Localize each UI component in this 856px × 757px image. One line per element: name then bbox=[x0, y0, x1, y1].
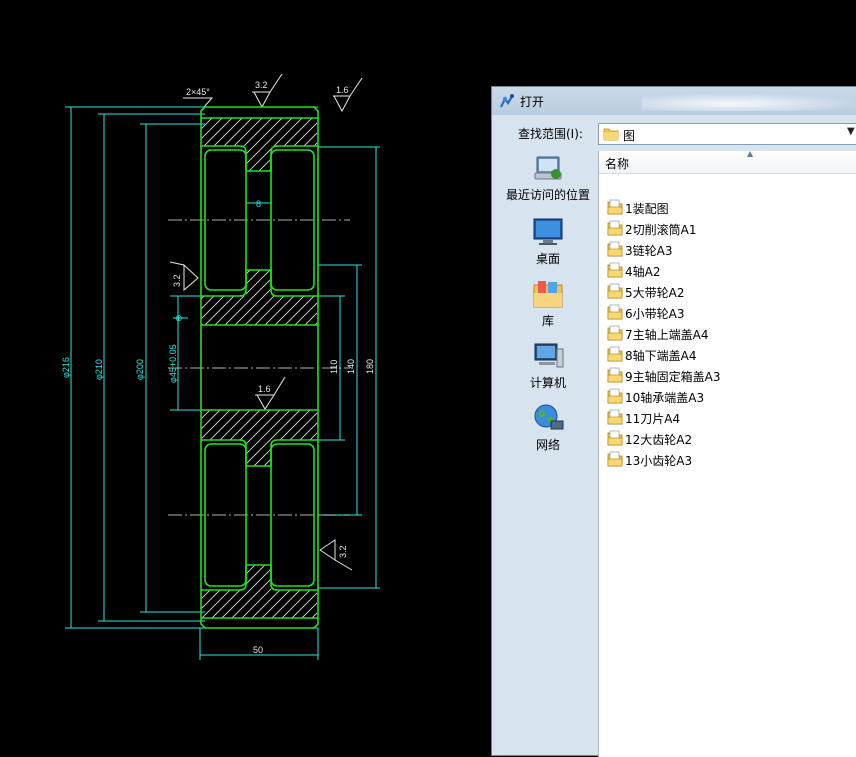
file-name: 11刀片A4 bbox=[625, 412, 681, 426]
place-label: 最近访问的位置 bbox=[505, 188, 590, 202]
computer-icon bbox=[534, 343, 564, 368]
dim-180: 180 bbox=[365, 359, 375, 374]
open-file-dialog: 打开 查找范围(I): 图 ▼ 最近访问的位置 桌面 库 计算机 网络 名称 ▲… bbox=[491, 86, 856, 757]
file-name: 13小齿轮A3 bbox=[625, 454, 693, 468]
dwg-file-icon bbox=[607, 430, 623, 446]
dwg-file-icon bbox=[607, 304, 623, 320]
file-name: 12大齿轮A2 bbox=[625, 433, 693, 447]
file-item[interactable]: 10轴承端盖A3 bbox=[607, 386, 856, 407]
dwg-file-icon bbox=[607, 346, 623, 362]
network-icon bbox=[534, 404, 564, 430]
look-in-value: 图 bbox=[623, 129, 636, 143]
dim-root-diameter: φ210 bbox=[94, 359, 104, 380]
file-name: 6小带轮A3 bbox=[625, 307, 685, 321]
file-list[interactable]: 名称 ▲ 1装配图 2切削滚筒A1 3链轮A3 4轴A2 5大带轮A2 6小带轮A3 7主轴… bbox=[598, 149, 856, 757]
column-name-label: 名称 bbox=[605, 157, 630, 171]
library-icon bbox=[533, 281, 563, 308]
file-name: 7主轴上端盖A4 bbox=[625, 328, 709, 342]
place-library[interactable]: 库 bbox=[498, 279, 598, 329]
file-name: 1装配图 bbox=[625, 202, 669, 216]
file-item[interactable]: 7主轴上端盖A4 bbox=[607, 323, 856, 344]
dwg-file-icon bbox=[607, 241, 623, 257]
dwg-file-icon bbox=[607, 325, 623, 341]
dialog-title: 打开 bbox=[520, 95, 545, 109]
dim-110: 110 bbox=[329, 360, 339, 374]
column-header-name[interactable]: 名称 ▲ bbox=[599, 149, 856, 174]
file-name: 10轴承端盖A3 bbox=[625, 391, 705, 405]
hub-width-label: 8 bbox=[256, 199, 261, 209]
place-desktop[interactable]: 桌面 bbox=[498, 217, 598, 267]
look-in-dropdown[interactable]: 图 ▼ bbox=[598, 123, 856, 145]
dwg-file-icon bbox=[607, 451, 623, 467]
roughness-left: 3.2 bbox=[172, 274, 182, 287]
roughness-center: 1.6 bbox=[258, 384, 271, 394]
file-item[interactable]: 4轴A2 bbox=[607, 260, 856, 281]
sort-ascending-icon: ▲ bbox=[747, 149, 754, 158]
look-in-label: 查找范围(I): bbox=[518, 127, 583, 141]
dim-width: 50 bbox=[253, 645, 263, 655]
file-name: 5大带轮A2 bbox=[625, 286, 685, 300]
file-name: 8轴下端盖A4 bbox=[625, 349, 697, 363]
place-label: 库 bbox=[541, 314, 554, 328]
roughness-top-right: 1.6 bbox=[336, 85, 349, 95]
roughness-top-left: 3.2 bbox=[255, 80, 268, 90]
dwg-file-icon bbox=[607, 388, 623, 404]
chamfer-label: 2×45° bbox=[186, 87, 210, 97]
roughness-right: 3.2 bbox=[338, 545, 348, 558]
file-item[interactable]: 11刀片A4 bbox=[607, 407, 856, 428]
file-item[interactable]: 13小齿轮A3 bbox=[607, 449, 856, 470]
dialog-titlebar[interactable]: 打开 bbox=[492, 87, 856, 115]
dwg-file-icon bbox=[607, 220, 623, 236]
dim-web-diameter: φ200 bbox=[135, 359, 145, 380]
desktop-icon bbox=[533, 218, 563, 245]
dim-bore: φ45+0.05 bbox=[168, 344, 178, 383]
recent-places-icon bbox=[534, 156, 562, 180]
file-item[interactable]: 5大带轮A2 bbox=[607, 281, 856, 302]
place-computer[interactable]: 计算机 bbox=[498, 341, 598, 391]
file-item[interactable]: 1装配图 bbox=[607, 197, 856, 218]
dim-outer-diameter: φ216 bbox=[61, 357, 71, 378]
file-item[interactable]: 2切削滚筒A1 bbox=[607, 218, 856, 239]
file-name: 2切削滚筒A1 bbox=[625, 223, 697, 237]
chevron-down-icon[interactable]: ▼ bbox=[847, 126, 855, 137]
file-item[interactable]: 6小带轮A3 bbox=[607, 302, 856, 323]
dim-140: 140 bbox=[346, 359, 356, 374]
app-icon bbox=[500, 94, 514, 108]
file-item[interactable]: 3链轮A3 bbox=[607, 239, 856, 260]
place-recent[interactable]: 最近访问的位置 bbox=[498, 153, 598, 203]
dwg-file-icon bbox=[607, 262, 623, 278]
file-name: 4轴A2 bbox=[625, 265, 661, 279]
places-bar: 最近访问的位置 桌面 库 计算机 网络 bbox=[498, 147, 598, 757]
place-label: 桌面 bbox=[535, 252, 560, 266]
place-label: 计算机 bbox=[529, 376, 566, 390]
dwg-file-icon bbox=[607, 409, 623, 425]
dwg-file-icon bbox=[607, 199, 623, 215]
place-label: 网络 bbox=[535, 438, 560, 452]
file-item[interactable]: 8轴下端盖A4 bbox=[607, 344, 856, 365]
file-name: 9主轴固定箱盖A3 bbox=[625, 370, 721, 384]
dwg-file-icon bbox=[607, 367, 623, 383]
file-item[interactable]: 9主轴固定箱盖A3 bbox=[607, 365, 856, 386]
file-item[interactable]: 12大齿轮A2 bbox=[607, 428, 856, 449]
dwg-file-icon bbox=[607, 283, 623, 299]
file-name: 3链轮A3 bbox=[625, 244, 673, 258]
symmetry-symbol: ⊕ bbox=[175, 313, 183, 323]
place-network[interactable]: 网络 bbox=[498, 403, 598, 453]
folder-icon bbox=[603, 128, 619, 141]
